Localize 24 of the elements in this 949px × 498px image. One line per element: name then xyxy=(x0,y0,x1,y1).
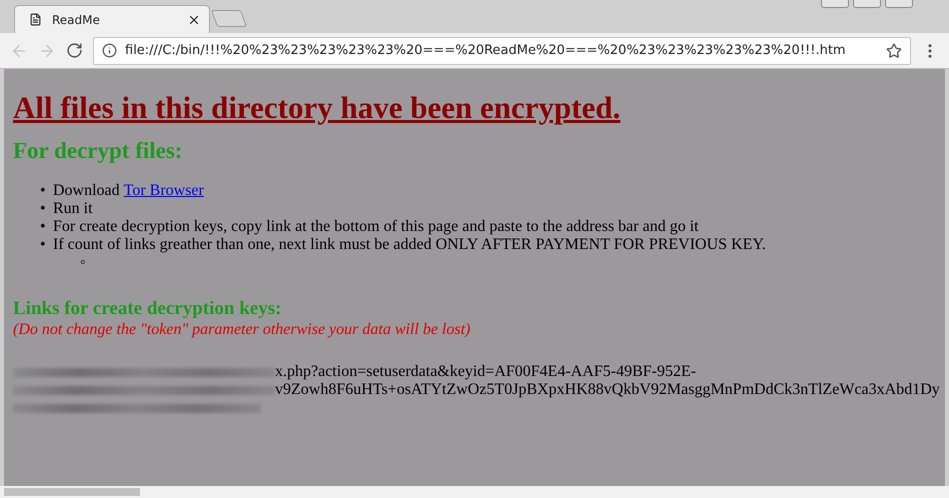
warning-text: (Do not change the "token" parameter otherwise your data will be lost) xyxy=(13,321,472,339)
reload-icon[interactable] xyxy=(66,42,83,59)
step-text: Download xyxy=(53,182,121,200)
key-link-text[interactable]: v9Zowh8F6uHTs+osATYtZwOz5T0JpBXpxHK88vQkbV92MasggMnPmDdCk3nTlZeWca3xAbd1Dy xyxy=(275,381,940,399)
bullet-marker: • xyxy=(40,218,47,236)
document-icon xyxy=(29,13,42,26)
bookmark-star-icon[interactable] xyxy=(886,42,902,58)
section-heading: Links for create decryption keys: xyxy=(13,298,282,320)
scrollbar-thumb[interactable] xyxy=(4,488,140,496)
bullet-marker: • xyxy=(40,182,47,200)
new-tab-button[interactable] xyxy=(210,10,248,27)
key-link-text[interactable]: x.php?action=setuserdata&keyid=AF00F4E4-AAF5-49BF-952E- xyxy=(275,363,696,381)
address-bar[interactable]: file:///C:/bin/!!!%20%23%23%23%23%23%20===%20ReadMe%20===%20%23%23%23%23%23%20!!!.htm xyxy=(93,36,911,64)
section-heading: For decrypt files: xyxy=(13,138,184,164)
bullet-marker: ◦ xyxy=(80,254,86,272)
browser-tab[interactable]: ReadMe xyxy=(14,5,210,33)
step-text: For create decryption keys, copy link at the bottom of this page and paste to the address bar and go it xyxy=(53,218,699,236)
step-text: Run it xyxy=(53,200,93,218)
horizontal-scrollbar[interactable] xyxy=(0,486,949,498)
info-icon[interactable] xyxy=(102,43,117,58)
page-heading: All files in this directory have been encrypted. xyxy=(13,90,622,126)
bullet-marker: • xyxy=(40,236,47,254)
step-text: If count of links greather than one, next link must be added ONLY AFTER PAYMENT FOR PREVIOUS KEY. xyxy=(53,236,766,254)
bullet-marker: • xyxy=(40,200,47,218)
